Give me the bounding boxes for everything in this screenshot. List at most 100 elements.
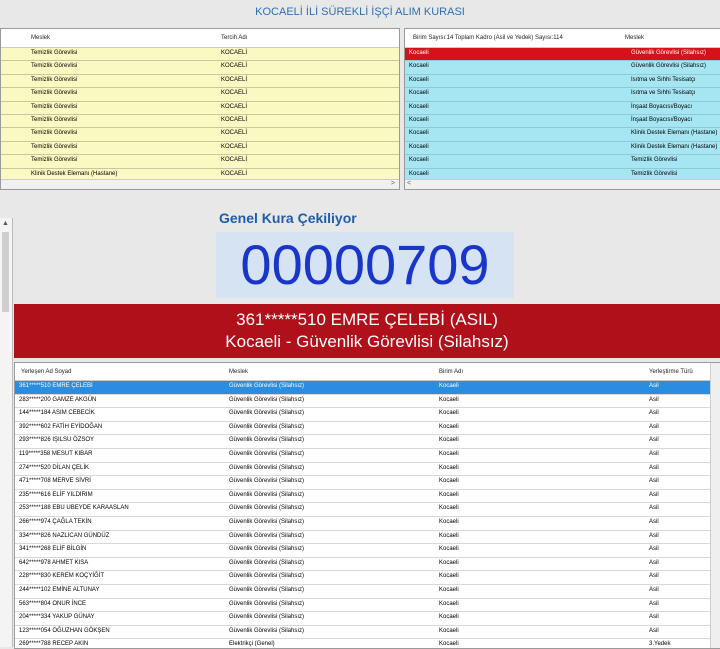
table-cell: Güvenlik Görevlisi (Silahsız) xyxy=(229,505,305,512)
table-row[interactable]: Kocaeli Klinik Destek Elemanı (Hastane) xyxy=(405,128,720,142)
table-cell: Asil xyxy=(649,546,659,553)
table-cell: Kocaeli xyxy=(439,396,459,403)
table-row[interactable]: Kocaeli Güvenlik Görevlisi (Silahsız) xyxy=(405,48,720,62)
table-cell: Kocaeli xyxy=(409,157,429,164)
left-scrollbar[interactable]: ▲ xyxy=(0,218,13,647)
table-cell: Temizlik Görevlisi xyxy=(31,116,78,123)
table-row[interactable]: 123*****054 OĞUZHAN GÖKŞEN Güvenlik Görev… xyxy=(15,625,720,640)
draw-number: 00000709 xyxy=(240,233,490,296)
table-row[interactable]: 642*****978 AHMET KISA Güvenlik Görevlisi… xyxy=(15,557,720,572)
table-row[interactable]: 274*****520 DİLAN ÇELİK Güvenlik Görevlis… xyxy=(15,462,720,477)
winner-name: 361*****510 EMRE ÇELEBİ (ASIL) xyxy=(236,310,498,329)
table-cell: Güvenlik Görevlisi (Silahsız) xyxy=(229,614,305,621)
table-row[interactable]: Kocaeli Temizlik Görevlisi xyxy=(405,155,720,169)
table-row[interactable]: 283*****200 GAMZE AKGÜN Güvenlik Görevlis… xyxy=(15,394,720,409)
table-row[interactable]: 293*****826 IŞILSU ÖZSOY Güvenlik Görevli… xyxy=(15,435,720,449)
scroll-left-arrow-icon[interactable]: < xyxy=(407,180,411,187)
table-cell: Güvenlik Görevlisi (Silahsız) xyxy=(229,478,305,485)
table-row[interactable]: 235*****616 ELİF YILDIRIM Güvenlik Görevl… xyxy=(15,489,720,504)
table-cell: KOCAELİ xyxy=(221,170,248,177)
table-cell: 642*****978 AHMET KISA xyxy=(19,559,89,566)
table-row[interactable]: 244*****102 EMİNE ALTUNAY Güvenlik Görevl… xyxy=(15,584,720,599)
column-header-tercih-adi[interactable]: Tercih Adı xyxy=(221,35,247,41)
left-grid-header: Meslek Tercih Adı xyxy=(1,29,399,48)
table-cell: Kocaeli xyxy=(439,532,459,539)
results-grid[interactable]: Yerleşen Ad Soyad Meslek Birim Adı Yerle… xyxy=(14,362,720,649)
table-cell: Kocaeli xyxy=(409,63,429,70)
table-row[interactable]: Temizlik Görevlisi KOCAELİ xyxy=(1,61,399,75)
table-row[interactable]: 144*****184 ASIM CEBECİK Güvenlik Görevli… xyxy=(15,408,720,422)
column-header-meslek[interactable]: Meslek xyxy=(625,35,644,41)
table-cell: Kocaeli xyxy=(409,116,429,123)
table-row[interactable]: Temizlik Görevlisi KOCAELİ xyxy=(1,101,399,115)
table-row[interactable]: Kocaeli Güvenlik Görevlisi (Silahsız) xyxy=(405,61,720,75)
table-row[interactable]: Temizlik Görevlisi KOCAELİ xyxy=(1,74,399,89)
table-cell: Kocaeli xyxy=(439,641,459,648)
table-cell: KOCAELİ xyxy=(221,50,248,56)
table-cell: Temizlik Görevlisi xyxy=(31,50,78,56)
table-cell: KOCAELİ xyxy=(221,103,248,110)
column-header-birim-adi[interactable]: Birim Adı xyxy=(439,369,463,375)
table-cell: Asil xyxy=(649,437,659,444)
column-header-meslek[interactable]: Meslek xyxy=(31,35,50,41)
scroll-up-arrow-icon[interactable]: ▲ xyxy=(2,220,9,227)
table-cell: Asil xyxy=(649,573,659,580)
scrollbar-thumb[interactable] xyxy=(2,232,9,312)
table-cell: 283*****200 GAMZE AKGÜN xyxy=(19,396,97,403)
table-row[interactable]: Temizlik Görevlisi KOCAELİ xyxy=(1,128,399,142)
table-cell: Güvenlik Görevlisi (Silahsız) xyxy=(229,546,305,553)
table-row[interactable]: 392*****602 FATİH EYİDOĞAN Güvenlik Görev… xyxy=(15,421,720,436)
left-grid-hscroll[interactable]: > xyxy=(1,179,399,189)
right-grid-hscroll[interactable]: < xyxy=(405,179,720,189)
table-row[interactable]: Kocaeli İnşaat Boyacısı/Boyacı xyxy=(405,114,720,129)
table-cell: Elektrikçi (Genel) xyxy=(229,641,275,648)
table-cell: Asil xyxy=(649,627,659,634)
table-cell: 144*****184 ASIM CEBECİK xyxy=(19,410,95,417)
table-row[interactable]: 471*****708 MERVE SİVRİ Güvenlik Görevlis… xyxy=(15,476,720,490)
table-cell: Temizlik Görevlisi xyxy=(31,76,78,83)
table-row[interactable]: Temizlik Görevlisi KOCAELİ xyxy=(1,155,399,169)
table-cell: Kocaeli xyxy=(439,546,459,553)
right-grid[interactable]: Birim Sayısı:14 Toplam Kadro (Asil ve Ye… xyxy=(404,28,720,190)
table-row[interactable]: 334*****826 NAZLICAN GÜNDÜZ Güvenlik Göre… xyxy=(15,530,720,545)
table-row[interactable]: 119*****358 MESUT KIBAR Güvenlik Görevlis… xyxy=(15,448,720,463)
table-row[interactable]: 269*****788 RECEP AKIN Elektrikçi (Genel)… xyxy=(15,639,720,648)
table-row[interactable]: 228*****830 KEREM KOÇYİĞİT Güvenlik Görev… xyxy=(15,571,720,585)
table-row[interactable]: Temizlik Görevlisi KOCAELİ xyxy=(1,141,399,156)
winner-position: Kocaeli - Güvenlik Görevlisi (Silahsız) xyxy=(225,332,509,351)
table-cell: 334*****826 NAZLICAN GÜNDÜZ xyxy=(19,532,110,539)
table-row[interactable]: 266*****974 ÇAĞLA TEKİN Güvenlik Görevlis… xyxy=(15,516,720,531)
table-cell: Temizlik Görevlisi xyxy=(631,170,678,177)
results-grid-vscroll[interactable] xyxy=(710,363,720,648)
table-row[interactable]: Kocaeli Isıtma ve Sıhhi Tesisatçı xyxy=(405,74,720,89)
column-header-meslek[interactable]: Meslek xyxy=(229,369,248,375)
window-title: KOCAELİ İLİ SÜREKLİ İŞÇİ ALIM KURASI xyxy=(255,6,465,18)
table-cell: 123*****054 OĞUZHAN GÖKŞEN xyxy=(19,627,110,634)
table-row[interactable]: Temizlik Görevlisi KOCAELİ xyxy=(1,48,399,62)
scroll-right-arrow-icon[interactable]: > xyxy=(391,180,395,187)
left-grid-rows: Temizlik Görevlisi KOCAELİ Temizlik Görevl… xyxy=(1,48,399,182)
table-cell: Kocaeli xyxy=(439,423,459,430)
table-row[interactable]: 361*****510 EMRE ÇELEBİ Güvenlik Görevlis… xyxy=(15,381,720,395)
table-cell: Temizlik Görevlisi xyxy=(31,157,78,164)
table-cell: Kocaeli xyxy=(439,410,459,417)
table-cell: Temizlik Görevlisi xyxy=(31,143,78,150)
column-header-birim-sayisi[interactable]: Birim Sayısı:14 Toplam Kadro (Asil ve Ye… xyxy=(413,35,563,41)
table-cell: 392*****602 FATİH EYİDOĞAN xyxy=(19,423,103,430)
column-header-yerlestirme-turu[interactable]: Yerleştirme Türü xyxy=(649,369,693,375)
table-row[interactable]: Kocaeli Isıtma ve Sıhhi Tesisatçı xyxy=(405,88,720,102)
table-cell: Isıtma ve Sıhhi Tesisatçı xyxy=(631,76,696,83)
table-row[interactable]: 341*****268 ELİF BİLGİN Güvenlik Görevlis… xyxy=(15,544,720,558)
table-cell: Asil xyxy=(649,396,659,403)
table-cell: Güvenlik Görevlisi (Silahsız) xyxy=(229,532,305,539)
table-row[interactable]: Temizlik Görevlisi KOCAELİ xyxy=(1,88,399,102)
table-row[interactable]: Kocaeli Klinik Destek Elemanı (Hastane) xyxy=(405,141,720,156)
table-row[interactable]: 204*****334 YAKUP GÜNAY Güvenlik Görevlis… xyxy=(15,612,720,626)
table-row[interactable]: 563*****804 ONUR İNCE Güvenlik Görevlisi … xyxy=(15,598,720,613)
table-cell: Asil xyxy=(649,423,659,430)
table-row[interactable]: Temizlik Görevlisi KOCAELİ xyxy=(1,114,399,129)
left-grid[interactable]: Meslek Tercih Adı Temizlik Görevlisi KOCA… xyxy=(0,28,400,190)
column-header-ad-soyad[interactable]: Yerleşen Ad Soyad xyxy=(21,369,71,375)
table-row[interactable]: Kocaeli İnşaat Boyacısı/Boyacı xyxy=(405,101,720,115)
table-row[interactable]: 253*****188 EBU UBEYDE KARAASLAN Güvenlik… xyxy=(15,503,720,517)
